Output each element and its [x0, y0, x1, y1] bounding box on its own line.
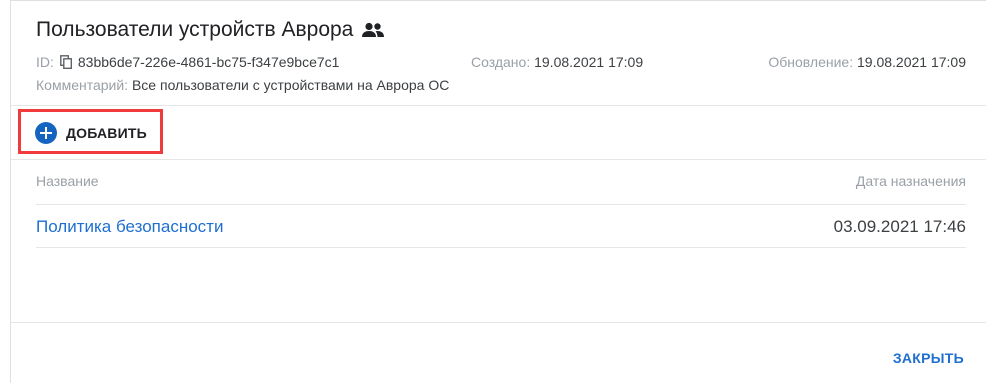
- comment-label: Комментарий:: [36, 77, 129, 93]
- group-icon: [361, 22, 385, 38]
- updated-value: 19.08.2021 17:09: [857, 54, 966, 70]
- copy-icon[interactable]: [59, 55, 72, 69]
- dialog-header: Пользователи устройств Аврора ID: 83bb6d…: [11, 1, 986, 106]
- assignment-date: 03.09.2021 17:46: [833, 217, 966, 236]
- plus-circle-icon: [35, 122, 57, 144]
- created-value: 19.08.2021 17:09: [534, 54, 644, 70]
- add-button-label: ДОБАВИТЬ: [66, 125, 147, 141]
- id-value: 83bb6de7-226e-4861-bc75-f347e9bce7c1: [77, 54, 340, 70]
- close-button[interactable]: ЗАКРЫТЬ: [893, 350, 964, 366]
- comment-row: Комментарий: Все пользователи с устройст…: [36, 77, 449, 93]
- id-label: ID:: [36, 54, 54, 70]
- id-block: ID: 83bb6de7-226e-4861-bc75-f347e9bce7c1: [36, 54, 339, 70]
- meta-row: ID: 83bb6de7-226e-4861-bc75-f347e9bce7c1…: [36, 54, 966, 72]
- column-header-name: Название: [36, 173, 99, 189]
- dialog: Пользователи устройств Аврора ID: 83bb6d…: [10, 0, 986, 383]
- created-label: Создано:: [471, 54, 531, 70]
- toolbar-divider: [11, 159, 986, 160]
- policy-link[interactable]: Политика безопасности: [36, 217, 223, 237]
- title-row: Пользователи устройств Аврора: [36, 18, 385, 42]
- add-button[interactable]: ДОБАВИТЬ: [35, 120, 147, 146]
- table-row[interactable]: Политика безопасности 03.09.2021 17:46: [36, 204, 966, 248]
- comment-value: Все пользователи с устройствами на Аврор…: [131, 77, 450, 93]
- updated-label: Обновление:: [768, 54, 854, 70]
- table-header: Название Дата назначения: [36, 173, 966, 189]
- updated-block: Обновление: 19.08.2021 17:09: [768, 54, 966, 70]
- dialog-title: Пользователи устройств Аврора: [36, 18, 354, 41]
- created-block: Создано: 19.08.2021 17:09: [471, 54, 643, 70]
- footer-divider: [11, 322, 986, 323]
- column-header-date: Дата назначения: [855, 173, 966, 189]
